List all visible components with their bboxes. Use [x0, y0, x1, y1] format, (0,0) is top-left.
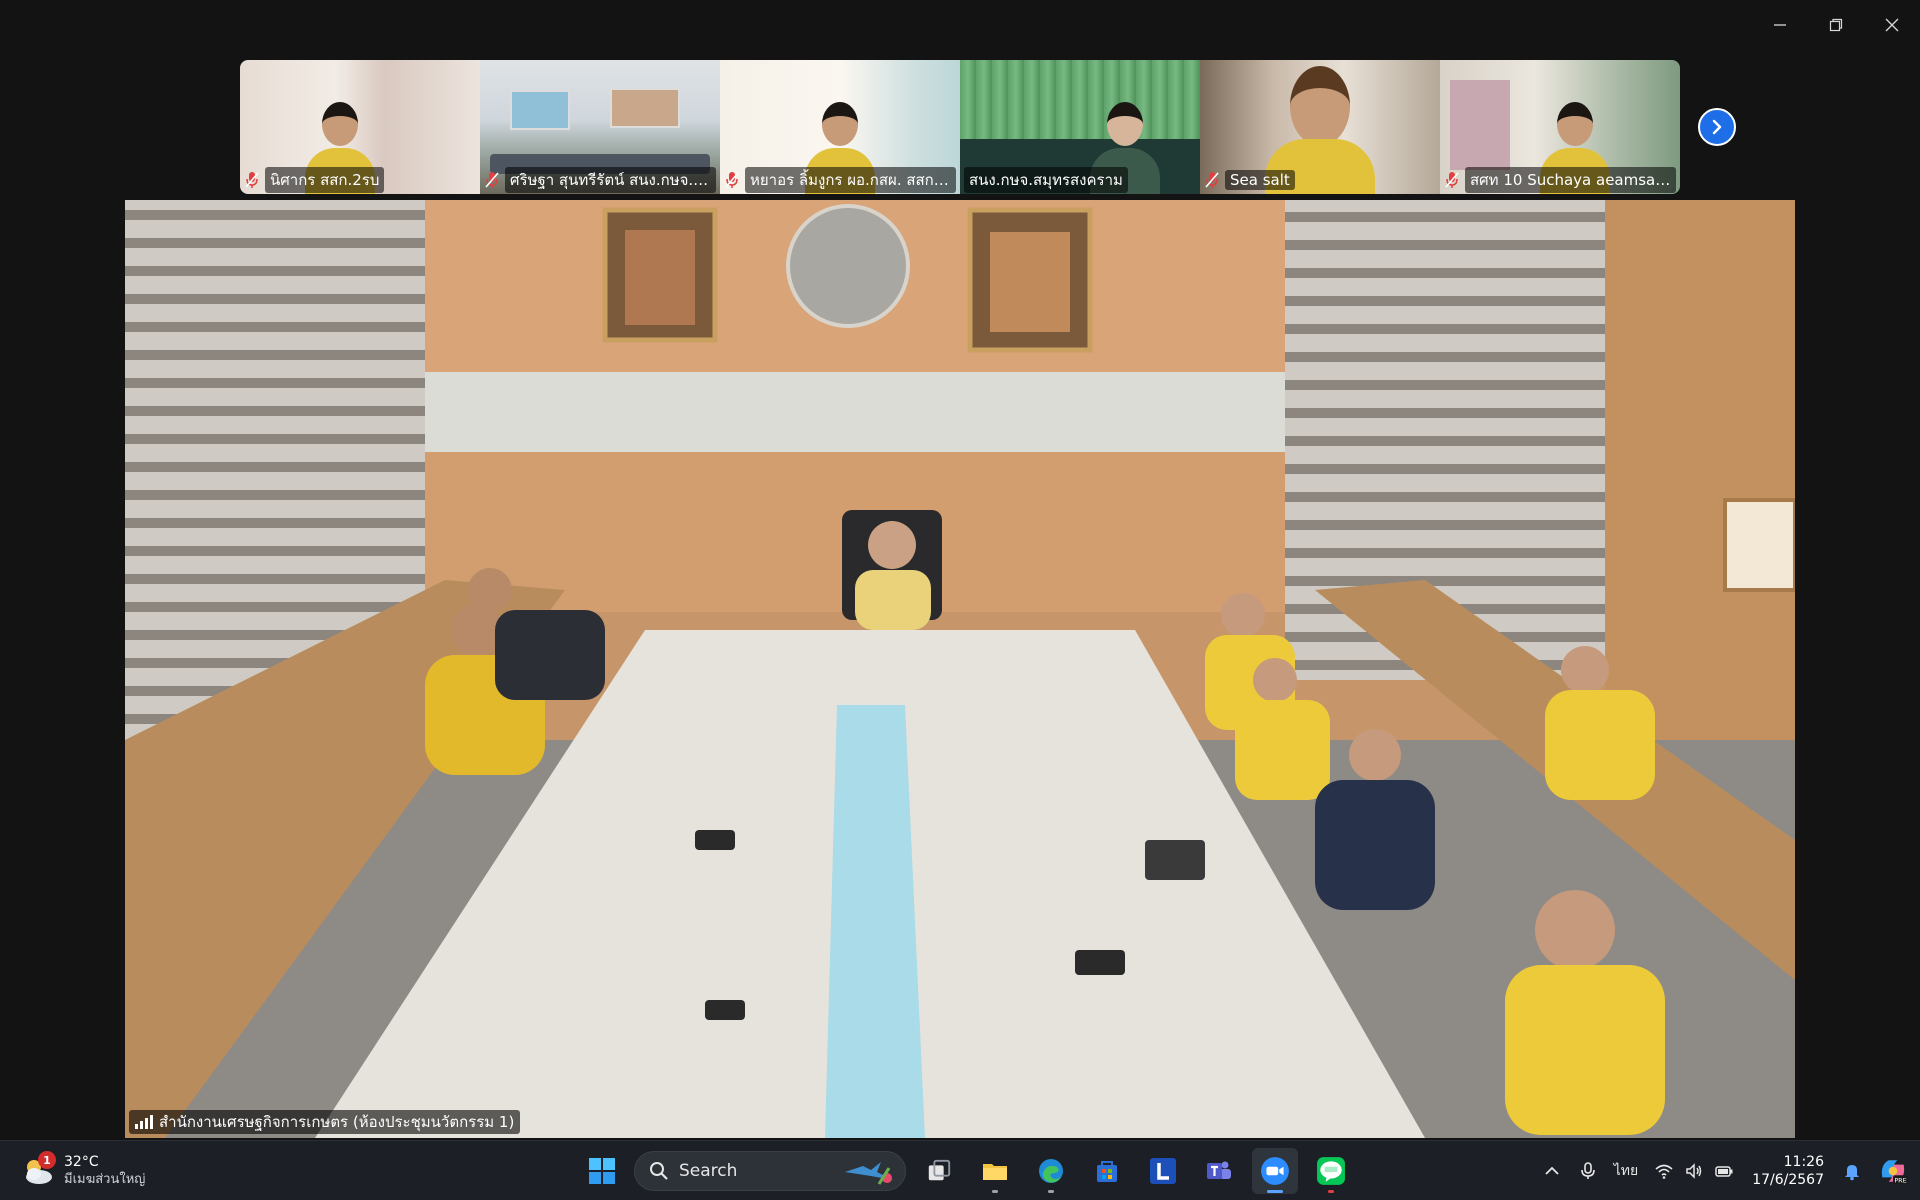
microsoft-store-button[interactable]: [1084, 1148, 1130, 1194]
participant-tile[interactable]: ศริษฐา สุนทรีรัตน์ สนง.กษจ.สมุท...: [480, 60, 720, 194]
search-icon: [650, 1162, 668, 1180]
mic-muted-icon: [1445, 172, 1459, 188]
participant-name: ศริษฐา สุนทรีรัตน์ สนง.กษจ.สมุท...: [505, 167, 716, 193]
participant-name-label: สนง.กษจ.สมุทรสงคราม: [964, 167, 1196, 193]
notification-badge: 1: [38, 1151, 56, 1169]
cloudy-weather-icon: 1: [20, 1151, 56, 1189]
participant-name-label: สศท 10 Suchaya aeamsa-ad: [1444, 167, 1676, 193]
edge-browser-icon: [1039, 1159, 1063, 1183]
participant-strip: นิศากร สสก.2รบ ศริษฐา สุนทรีรัตน์ สนง.กษ…: [240, 60, 1680, 194]
teams-icon: [1207, 1161, 1231, 1179]
teams-button[interactable]: [1196, 1148, 1242, 1194]
line-chat-icon: [1317, 1157, 1345, 1185]
notifications-button[interactable]: [1834, 1141, 1870, 1200]
chevron-up-icon: [1545, 1166, 1559, 1175]
windows-logo-icon: [589, 1158, 615, 1184]
participant-name-label: Sea salt: [1204, 169, 1436, 191]
mic-muted-icon: [1205, 172, 1219, 188]
taskbar-search[interactable]: Search: [634, 1151, 906, 1191]
copilot-button[interactable]: PRE: [1870, 1141, 1920, 1200]
show-hidden-icons-button[interactable]: [1534, 1141, 1570, 1200]
search-placeholder: Search: [679, 1161, 738, 1181]
windows-taskbar: 1 32°C มีเมฆส่วนใหญ่ Search ไทย 11:26 17…: [0, 1140, 1920, 1200]
active-speaker-name: สำนักงานเศรษฐกิจการเกษตร (ห้องประชุมนวัต…: [159, 1113, 515, 1131]
microphone-tray-button[interactable]: [1570, 1141, 1606, 1200]
active-speaker-video[interactable]: สำนักงานเศรษฐกิจการเกษตร (ห้องประชุมนวัต…: [125, 200, 1795, 1138]
file-explorer-button[interactable]: [972, 1148, 1018, 1194]
mic-muted-icon: [485, 172, 499, 188]
signal-strength-icon: [135, 1115, 153, 1129]
mic-muted-icon: [725, 172, 739, 188]
window-controls: [1752, 0, 1920, 50]
zoom-button[interactable]: [1252, 1148, 1298, 1194]
participant-name-label: หยาอร ลิ้มงูกร ผอ.กสผ. สสก.2 รบ.: [724, 167, 956, 193]
participant-name-label: ศริษฐา สุนทรีรัตน์ สนง.กษจ.สมุท...: [484, 167, 716, 193]
next-page-button[interactable]: [1698, 108, 1736, 146]
participant-name: สนง.กษจ.สมุทรสงคราม: [964, 167, 1128, 193]
system-tray: ไทย 11:26 17/6/2567 PRE: [1534, 1141, 1920, 1200]
edge-browser-button[interactable]: [1028, 1148, 1074, 1194]
minimize-button[interactable]: [1752, 0, 1808, 50]
network-volume-battery-button[interactable]: [1646, 1141, 1742, 1200]
restore-icon: [1829, 18, 1843, 32]
participant-tile[interactable]: สศท 10 Suchaya aeamsa-ad: [1440, 60, 1680, 194]
svg-text:PRE: PRE: [1894, 1176, 1906, 1184]
participant-tile[interactable]: หยาอร ลิ้มงูกร ผอ.กสผ. สสก.2 รบ.: [720, 60, 960, 194]
close-icon: [1885, 18, 1899, 32]
microphone-icon: [1580, 1162, 1595, 1179]
weather-widget[interactable]: 1 32°C มีเมฆส่วนใหญ่: [20, 1149, 145, 1193]
active-speaker-label: สำนักงานเศรษฐกิจการเกษตร (ห้องประชุมนวัต…: [129, 1110, 521, 1134]
participant-name: สศท 10 Suchaya aeamsa-ad: [1465, 167, 1676, 193]
participant-name: หยาอร ลิ้มงูกร ผอ.กสผ. สสก.2 รบ.: [745, 167, 956, 193]
participant-tile[interactable]: สนง.กษจ.สมุทรสงคราม: [960, 60, 1200, 194]
meeting-room-scene: [125, 200, 1795, 1138]
volume-icon: [1686, 1163, 1702, 1179]
folder-icon: [983, 1164, 1007, 1180]
clock-time: 11:26: [1783, 1154, 1824, 1170]
clock-button[interactable]: 11:26 17/6/2567: [1742, 1141, 1834, 1200]
restore-button[interactable]: [1808, 0, 1864, 50]
hummingbird-decoration-icon: [845, 1162, 893, 1185]
mic-muted-icon: [245, 172, 259, 188]
wifi-icon: [1655, 1164, 1673, 1179]
start-button[interactable]: [580, 1149, 624, 1193]
taskbar-apps: Search: [580, 1148, 1354, 1194]
task-view-icon: [928, 1159, 951, 1181]
store-bag-icon: [1097, 1161, 1117, 1182]
l-app-button[interactable]: [1140, 1148, 1186, 1194]
line-button[interactable]: [1308, 1148, 1354, 1194]
zoom-icon: [1261, 1157, 1289, 1185]
l-app-icon: [1150, 1158, 1176, 1184]
chevron-right-icon: [1712, 119, 1722, 135]
input-language-button[interactable]: ไทย: [1606, 1141, 1646, 1200]
participant-name-label: นิศากร สสก.2รบ: [244, 167, 476, 193]
minimize-icon: [1774, 24, 1786, 26]
zoom-meeting-window: นิศากร สสก.2รบ ศริษฐา สุนทรีรัตน์ สนง.กษ…: [0, 0, 1920, 1200]
battery-charging-icon: [1715, 1166, 1733, 1177]
participant-name: Sea salt: [1225, 170, 1295, 190]
participant-tile[interactable]: นิศากร สสก.2รบ: [240, 60, 480, 194]
weather-description: มีเมฆส่วนใหญ่: [64, 1172, 146, 1187]
copilot-icon: PRE: [1881, 1160, 1908, 1184]
participant-name: นิศากร สสก.2รบ: [265, 167, 385, 193]
bell-icon: [1845, 1165, 1859, 1181]
input-language: ไทย: [1613, 1163, 1639, 1179]
close-button[interactable]: [1864, 0, 1920, 50]
task-view-button[interactable]: [916, 1148, 962, 1194]
weather-temperature: 32°C: [64, 1154, 99, 1170]
clock-date: 17/6/2567: [1752, 1172, 1824, 1188]
participant-tile[interactable]: Sea salt: [1200, 60, 1440, 194]
